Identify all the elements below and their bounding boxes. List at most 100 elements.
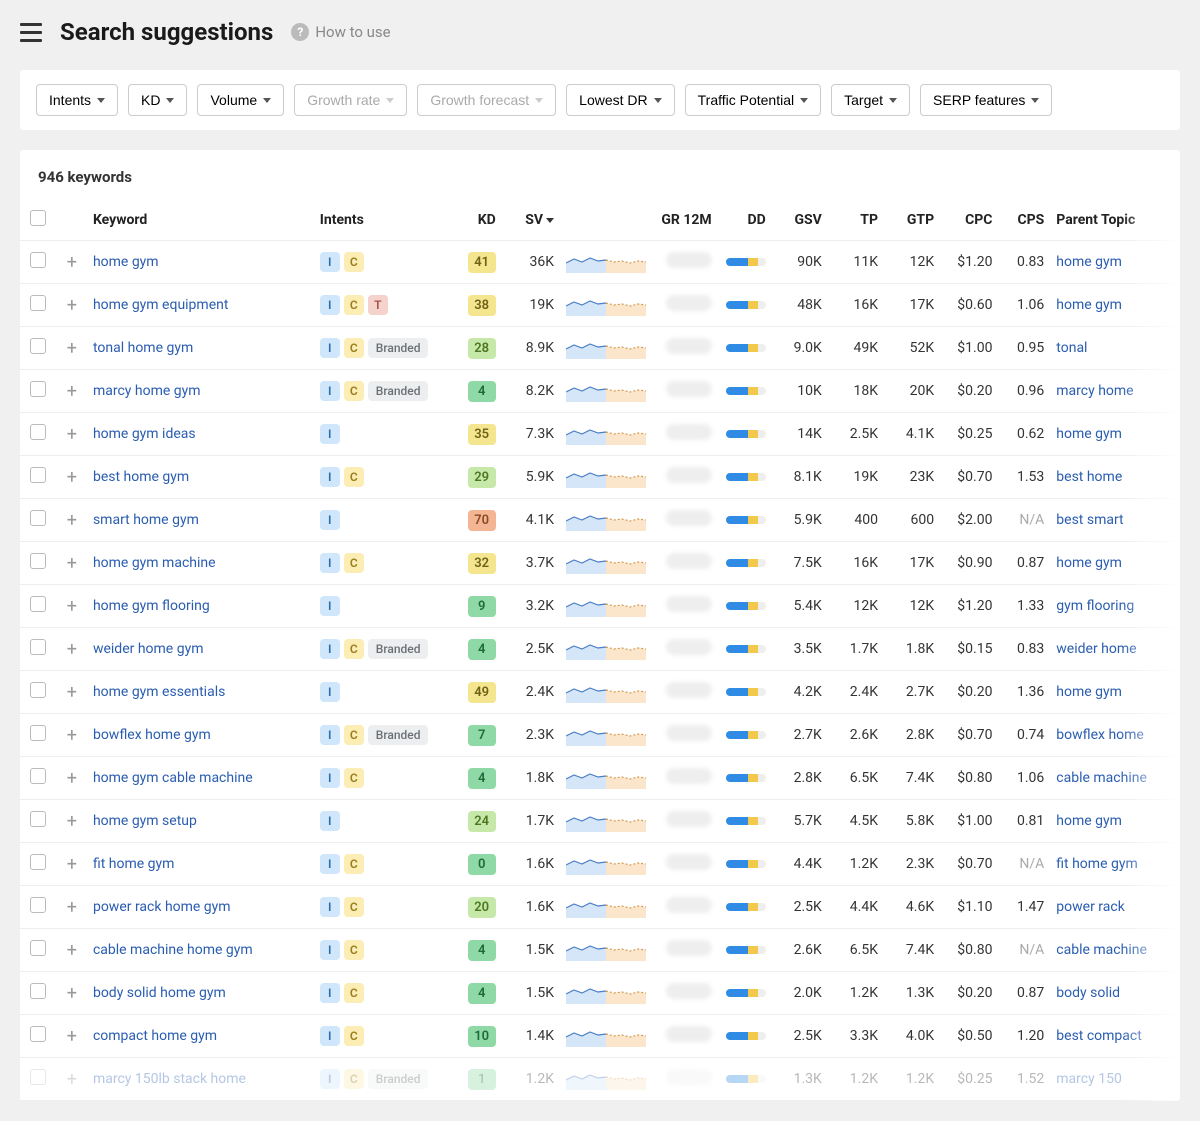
expand-icon[interactable]: + — [67, 1069, 77, 1090]
parent-topic-link[interactable]: power rack — [1056, 899, 1125, 915]
expand-icon[interactable]: + — [67, 983, 77, 1004]
row-checkbox[interactable] — [30, 768, 46, 784]
row-checkbox[interactable] — [30, 252, 46, 268]
select-all-checkbox[interactable] — [30, 210, 46, 226]
keyword-link[interactable]: best home gym — [93, 469, 189, 485]
keyword-link[interactable]: home gym — [93, 254, 159, 270]
row-checkbox[interactable] — [30, 682, 46, 698]
keyword-link[interactable]: home gym flooring — [93, 598, 210, 614]
row-checkbox[interactable] — [30, 811, 46, 827]
keyword-link[interactable]: home gym equipment — [93, 297, 228, 313]
parent-topic-link[interactable]: home gym — [1056, 426, 1122, 442]
row-checkbox[interactable] — [30, 295, 46, 311]
expand-icon[interactable]: + — [67, 252, 77, 273]
row-checkbox[interactable] — [30, 338, 46, 354]
row-checkbox[interactable] — [30, 983, 46, 999]
expand-icon[interactable]: + — [67, 295, 77, 316]
keyword-link[interactable]: body solid home gym — [93, 985, 226, 1001]
row-checkbox[interactable] — [30, 1069, 46, 1085]
filter-lowest-dr[interactable]: Lowest DR — [566, 84, 674, 116]
keyword-link[interactable]: home gym essentials — [93, 684, 225, 700]
keyword-link[interactable]: compact home gym — [93, 1028, 217, 1044]
filter-target[interactable]: Target — [831, 84, 910, 116]
parent-topic-link[interactable]: marcy 150 — [1056, 1071, 1122, 1087]
row-checkbox[interactable] — [30, 553, 46, 569]
expand-icon[interactable]: + — [67, 596, 77, 617]
menu-icon[interactable] — [20, 23, 42, 42]
keyword-link[interactable]: smart home gym — [93, 512, 199, 528]
parent-topic-link[interactable]: bowflex home — [1056, 727, 1144, 743]
parent-topic-link[interactable]: weider home — [1056, 641, 1136, 657]
expand-icon[interactable]: + — [67, 381, 77, 402]
keyword-link[interactable]: tonal home gym — [93, 340, 193, 356]
expand-icon[interactable]: + — [67, 553, 77, 574]
col-gr12m[interactable]: GR 12M — [653, 200, 718, 241]
parent-topic-link[interactable]: fit home gym — [1056, 856, 1137, 872]
parent-topic-link[interactable]: home gym — [1056, 297, 1122, 313]
parent-topic-link[interactable]: cable machine — [1056, 942, 1147, 958]
row-checkbox[interactable] — [30, 854, 46, 870]
keyword-link[interactable]: bowflex home gym — [93, 727, 211, 743]
how-to-use-link[interactable]: ? How to use — [291, 23, 390, 41]
col-intents[interactable]: Intents — [314, 200, 454, 241]
col-dd[interactable]: DD — [718, 200, 772, 241]
expand-icon[interactable]: + — [67, 897, 77, 918]
row-checkbox[interactable] — [30, 725, 46, 741]
keyword-link[interactable]: power rack home gym — [93, 899, 231, 915]
parent-topic-link[interactable]: marcy home — [1056, 383, 1133, 399]
filter-traffic-potential[interactable]: Traffic Potential — [685, 84, 822, 116]
expand-icon[interactable]: + — [67, 639, 77, 660]
row-checkbox[interactable] — [30, 897, 46, 913]
keyword-link[interactable]: home gym ideas — [93, 426, 196, 442]
parent-topic-link[interactable]: best compact — [1056, 1028, 1142, 1044]
expand-icon[interactable]: + — [67, 467, 77, 488]
keyword-link[interactable]: marcy home gym — [93, 383, 201, 399]
keyword-link[interactable]: weider home gym — [93, 641, 204, 657]
keyword-link[interactable]: cable machine home gym — [93, 942, 253, 958]
filter-intents[interactable]: Intents — [36, 84, 118, 116]
keyword-link[interactable]: marcy 150lb stack home — [93, 1071, 246, 1087]
row-checkbox[interactable] — [30, 467, 46, 483]
parent-topic-link[interactable]: home gym — [1056, 254, 1122, 270]
row-checkbox[interactable] — [30, 596, 46, 612]
col-kd[interactable]: KD — [454, 200, 502, 241]
row-checkbox[interactable] — [30, 940, 46, 956]
expand-icon[interactable]: + — [67, 725, 77, 746]
keyword-link[interactable]: home gym machine — [93, 555, 216, 571]
parent-topic-link[interactable]: gym flooring — [1056, 598, 1134, 614]
col-sv[interactable]: SV — [502, 200, 560, 241]
parent-topic-link[interactable]: best home — [1056, 469, 1122, 485]
parent-topic-link[interactable]: tonal — [1056, 340, 1087, 356]
col-keyword[interactable]: Keyword — [87, 200, 314, 241]
col-gtp[interactable]: GTP — [884, 200, 940, 241]
col-cpc[interactable]: CPC — [940, 200, 998, 241]
parent-topic-link[interactable]: home gym — [1056, 684, 1122, 700]
expand-icon[interactable]: + — [67, 338, 77, 359]
parent-topic-link[interactable]: home gym — [1056, 555, 1122, 571]
expand-icon[interactable]: + — [67, 940, 77, 961]
expand-icon[interactable]: + — [67, 768, 77, 789]
parent-topic-link[interactable]: body solid — [1056, 985, 1120, 1001]
expand-icon[interactable]: + — [67, 682, 77, 703]
row-checkbox[interactable] — [30, 1026, 46, 1042]
row-checkbox[interactable] — [30, 639, 46, 655]
filter-volume[interactable]: Volume — [197, 84, 284, 116]
expand-icon[interactable]: + — [67, 854, 77, 875]
filter-serp-features[interactable]: SERP features — [920, 84, 1052, 116]
parent-topic-link[interactable]: cable machine — [1056, 770, 1147, 786]
keyword-link[interactable]: home gym setup — [93, 813, 197, 829]
expand-icon[interactable]: + — [67, 811, 77, 832]
expand-icon[interactable]: + — [67, 1026, 77, 1047]
row-checkbox[interactable] — [30, 381, 46, 397]
row-checkbox[interactable] — [30, 510, 46, 526]
col-parent[interactable]: Parent Topic — [1050, 200, 1180, 241]
col-tp[interactable]: TP — [828, 200, 884, 241]
col-cps[interactable]: CPS — [998, 200, 1050, 241]
col-gsv[interactable]: GSV — [772, 200, 828, 241]
expand-icon[interactable]: + — [67, 424, 77, 445]
expand-icon[interactable]: + — [67, 510, 77, 531]
row-checkbox[interactable] — [30, 424, 46, 440]
keyword-link[interactable]: home gym cable machine — [93, 770, 253, 786]
keyword-link[interactable]: fit home gym — [93, 856, 174, 872]
filter-kd[interactable]: KD — [128, 84, 187, 116]
